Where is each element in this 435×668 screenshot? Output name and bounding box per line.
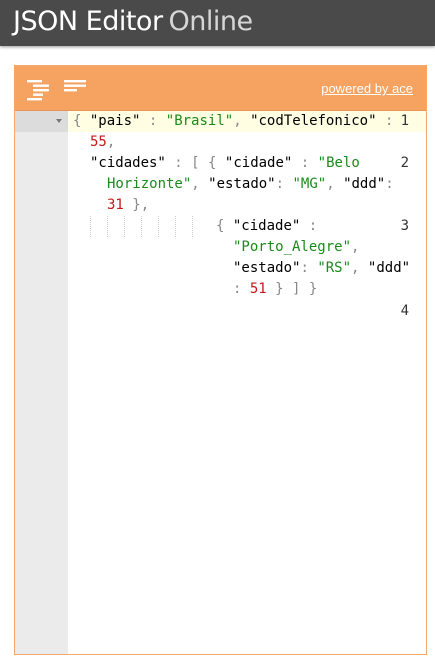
colon-token: : xyxy=(308,218,318,234)
key-token: "cidade" xyxy=(232,218,301,234)
code-line-3-wrap: "Porto_Alegre", xyxy=(233,237,359,258)
key-token: "estado" xyxy=(233,260,301,276)
colon-token: : xyxy=(385,176,394,192)
app-header: JSON Editor Online xyxy=(0,0,435,46)
brace-token: { xyxy=(73,113,82,129)
compact-lines-icon xyxy=(64,80,86,92)
colon-token: : xyxy=(384,113,394,129)
key-token: "ddd" xyxy=(367,260,411,276)
json-editor-panel: powered by ace 1 2 3 4 { "pais" : "Brasi… xyxy=(14,65,427,655)
brace-token: { xyxy=(216,218,225,234)
string-token: "RS" xyxy=(317,260,352,276)
key-token: "pais" xyxy=(89,113,141,129)
indent-guide xyxy=(90,216,91,237)
number-token: 55 xyxy=(90,134,107,150)
code-line-1: { "pais" : "Brasil", "codTelefonico" : xyxy=(73,111,393,132)
indent-guide xyxy=(192,216,193,237)
code-line-3-wrap-2: "estado": "RS", "ddd" xyxy=(233,258,410,279)
format-button[interactable] xyxy=(25,76,51,102)
code-line-3: { "cidade" : xyxy=(216,216,317,237)
colon-token: : xyxy=(174,155,183,171)
colon-token: : xyxy=(233,281,242,297)
colon-token: : xyxy=(300,260,309,276)
code-content[interactable]: { "pais" : "Brasil", "codTelefonico" : 5… xyxy=(73,111,422,636)
logo-title-main: JSON Editor xyxy=(13,6,163,37)
brace-token: } ] } xyxy=(275,281,318,297)
number-token: 31 xyxy=(107,197,124,213)
code-line-1-wrap: 55, xyxy=(90,132,115,153)
code-line-2-wrap-2: 31 }, xyxy=(107,195,149,216)
key-token: "cidades" xyxy=(90,155,166,171)
key-token: "estado" xyxy=(208,176,276,192)
key-token: "cidade" xyxy=(224,155,293,171)
format-indent-icon xyxy=(27,80,49,101)
colon-token: : xyxy=(300,155,310,171)
number-token: 51 xyxy=(249,281,267,297)
indent-guide xyxy=(107,216,108,237)
comma-token: , xyxy=(351,239,360,255)
string-token: "Porto_Alegre" xyxy=(233,239,352,255)
key-token: "codTelefonico" xyxy=(250,113,377,129)
code-line-2-wrap: Horizonte", "estado": "MG", "ddd": xyxy=(107,174,394,195)
indent-guide xyxy=(141,216,142,237)
string-token: "Brasil" xyxy=(165,113,234,129)
indent-guide xyxy=(124,216,125,237)
editor-menu-bar: powered by ace xyxy=(15,66,426,111)
line-number-gutter xyxy=(15,111,68,654)
key-token: "ddd" xyxy=(343,176,386,192)
compact-button[interactable] xyxy=(62,76,88,102)
code-editor[interactable]: 1 2 3 4 { "pais" : "Brasil", "codTelefon… xyxy=(15,111,426,654)
comma-token: , xyxy=(191,176,200,192)
string-token: Horizonte" xyxy=(107,176,192,192)
string-token: "MG" xyxy=(292,176,327,192)
comma-token: , xyxy=(326,176,335,192)
colon-token: : xyxy=(275,176,285,192)
indent-guide xyxy=(175,216,176,237)
code-line-2: "cidades" : [ { "cidade" : "Belo xyxy=(90,153,360,174)
logo-title-online: Online xyxy=(168,6,254,37)
comma-token: , xyxy=(233,113,242,129)
code-line-3-wrap-3: : 51 } ] } xyxy=(233,279,317,300)
colon-token: : xyxy=(148,113,158,129)
app-logo[interactable]: JSON Editor Online xyxy=(13,4,253,40)
comma-token: , xyxy=(106,134,116,150)
bracket-token: [ { xyxy=(191,155,217,171)
string-token: "Belo xyxy=(317,155,360,171)
brace-token: }, xyxy=(132,197,150,213)
indent-guide xyxy=(158,216,159,237)
powered-by-ace-link[interactable]: powered by ace xyxy=(321,81,413,96)
fold-arrow-icon[interactable] xyxy=(56,119,62,123)
comma-token: , xyxy=(351,260,360,276)
